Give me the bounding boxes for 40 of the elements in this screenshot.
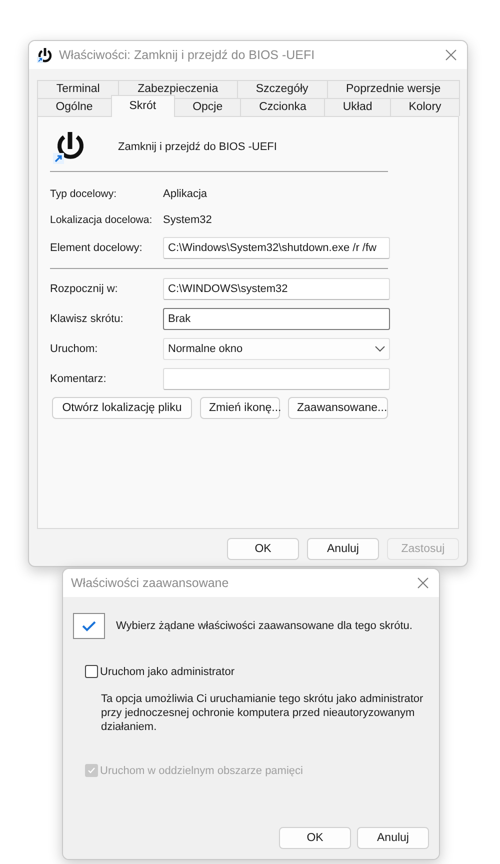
field-label: Element docelowy: xyxy=(50,242,144,254)
window-title: Właściwości zaawansowane xyxy=(71,576,230,590)
dropdown[interactable]: Normalne okno xyxy=(163,338,390,360)
field-label: Komentarz: xyxy=(50,373,108,385)
action-button[interactable]: Zmień ikonę... xyxy=(200,397,280,419)
tab[interactable]: Skrót xyxy=(110,95,175,117)
close-icon[interactable] xyxy=(417,577,429,589)
dialog-button[interactable]: OK xyxy=(279,827,351,849)
tab[interactable]: Terminal xyxy=(37,80,120,98)
checkbox-label: Uruchom jako administrator xyxy=(100,666,234,678)
info-label: Typ docelowy: xyxy=(50,188,118,200)
input-field[interactable]: C:\Windows\System32\shutdown.exe /r /fw xyxy=(163,237,390,259)
field-label: Klawisz skrótu: xyxy=(50,313,124,325)
checkbox[interactable] xyxy=(85,665,98,678)
option-description: Ta opcja umożliwia Ci uruchamianie tego skrótu jako administrator przy jednoczesnej ochronie komputera przed nieautoryzowanym działaniem. xyxy=(101,692,424,734)
info-label: Lokalizacja docelowa: xyxy=(50,214,154,226)
info-value: Aplikacja xyxy=(163,188,208,200)
input-field[interactable] xyxy=(163,368,390,390)
info-value: System32 xyxy=(163,214,212,226)
tab[interactable]: Kolory xyxy=(390,98,460,116)
action-button[interactable]: Otwórz lokalizację pliku xyxy=(52,397,192,419)
input-field[interactable]: Brak xyxy=(163,308,390,330)
checkmark-icon xyxy=(87,766,96,775)
shortcut-name: Zamknij i przejdź do BIOS -UEFI xyxy=(118,141,277,153)
dialog-button[interactable]: OK xyxy=(227,538,299,560)
tab[interactable]: Poprzednie wersje xyxy=(326,80,460,98)
tab[interactable]: Ogólne xyxy=(37,98,112,116)
input-field[interactable]: C:\WINDOWS\system32 xyxy=(163,278,390,300)
action-button[interactable]: Zaawansowane... xyxy=(288,397,388,419)
dialog-button[interactable]: Anuluj xyxy=(307,538,379,560)
field-label: Uruchom: xyxy=(50,343,99,355)
app-icon xyxy=(37,47,53,63)
window-title: Właściwości: Zamknij i przejdź do BIOS -UEFI xyxy=(59,48,316,62)
checkbox-label: Uruchom w oddzielnym obszarze pamięci xyxy=(100,764,303,776)
close-icon[interactable] xyxy=(445,49,457,61)
dialog-button[interactable]: Anuluj xyxy=(357,827,429,849)
chevron-down-icon xyxy=(375,346,385,352)
intro-text: Wybierz żądane właściwości zaawansowane dla tego skrótu. xyxy=(116,620,412,632)
field-label: Rozpocznij w: xyxy=(50,283,119,295)
checkmark-icon xyxy=(73,613,105,639)
